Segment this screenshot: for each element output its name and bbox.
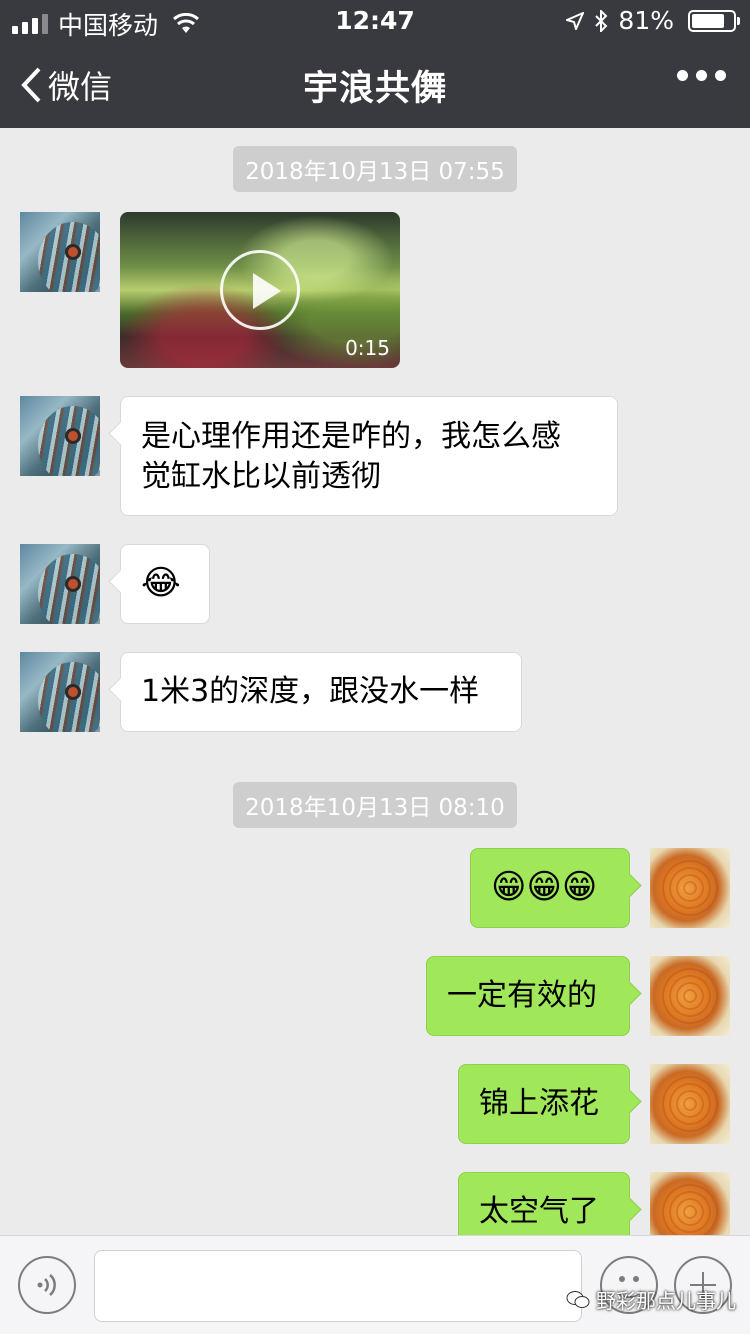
message-bubble-incoming[interactable]: 1米3的深度，跟没水一样 <box>120 652 522 732</box>
watermark-text: 野彩那点儿事儿 <box>596 1289 736 1313</box>
message-bubble-outgoing[interactable]: 锦上添花 <box>458 1064 630 1144</box>
wechat-logo-icon <box>566 1290 590 1308</box>
message-bubble-incoming[interactable]: 是心理作用还是咋的，我怎么感 觉缸水比以前透彻 <box>120 396 618 516</box>
bluetooth-icon <box>595 9 608 32</box>
my-avatar[interactable] <box>650 848 730 928</box>
watermark: 野彩那点儿事儿 <box>566 1285 736 1314</box>
message-bubble-incoming[interactable]: 😂 <box>120 544 210 624</box>
message-bubble-outgoing[interactable]: 😁😁😁 <box>470 848 630 928</box>
video-duration: 0:15 <box>345 336 390 360</box>
message-input[interactable] <box>94 1250 582 1322</box>
nav-bar: 微信 宇浪共儛 <box>0 40 750 128</box>
top-bar: 中国移动 12:47 81% 微信 宇浪共儛 <box>0 0 750 128</box>
video-message[interactable]: 0:15 <box>120 212 400 368</box>
timestamp-chip: 2018年10月13日 07:55 <box>0 146 750 192</box>
contact-avatar[interactable] <box>20 396 100 476</box>
contact-avatar[interactable] <box>20 212 100 292</box>
my-avatar[interactable] <box>650 1064 730 1144</box>
my-avatar[interactable] <box>650 1172 730 1235</box>
message-bubble-outgoing[interactable]: 太空气了 <box>458 1172 630 1235</box>
more-dots-icon[interactable] <box>677 70 726 81</box>
status-right: 81% <box>566 6 740 35</box>
location-arrow-icon <box>566 11 585 30</box>
message-text: 太空气了 <box>479 1194 599 1229</box>
chat-title: 宇浪共儛 <box>302 69 447 109</box>
battery-percent: 81% <box>618 6 674 35</box>
message-text: 1米3的深度，跟没水一样 <box>141 674 480 709</box>
tears-of-joy-emoji: 😂 <box>141 563 181 603</box>
battery-icon <box>688 9 740 32</box>
timestamp-chip: 2018年10月13日 08:10 <box>0 782 750 828</box>
message-text: 觉缸水比以前透彻 <box>141 459 381 494</box>
message-text: 一定有效的 <box>447 978 597 1013</box>
voice-icon <box>37 1274 56 1296</box>
message-text: 是心理作用还是咋的，我怎么感 <box>141 419 561 454</box>
status-bar: 中国移动 12:47 81% <box>0 0 750 40</box>
grinning-emoji: 😁😁😁 <box>491 867 598 907</box>
chat-area[interactable]: 2018年10月13日 07:55 0:15 是心理作用还是咋的，我怎么感 觉缸… <box>0 128 750 1235</box>
message-text: 锦上添花 <box>479 1086 599 1121</box>
voice-button[interactable] <box>18 1256 76 1314</box>
contact-avatar[interactable] <box>20 544 100 624</box>
battery-fill <box>692 13 725 28</box>
message-bubble-outgoing[interactable]: 一定有效的 <box>426 956 630 1036</box>
play-icon[interactable] <box>220 250 300 330</box>
my-avatar[interactable] <box>650 956 730 1036</box>
contact-avatar[interactable] <box>20 652 100 732</box>
